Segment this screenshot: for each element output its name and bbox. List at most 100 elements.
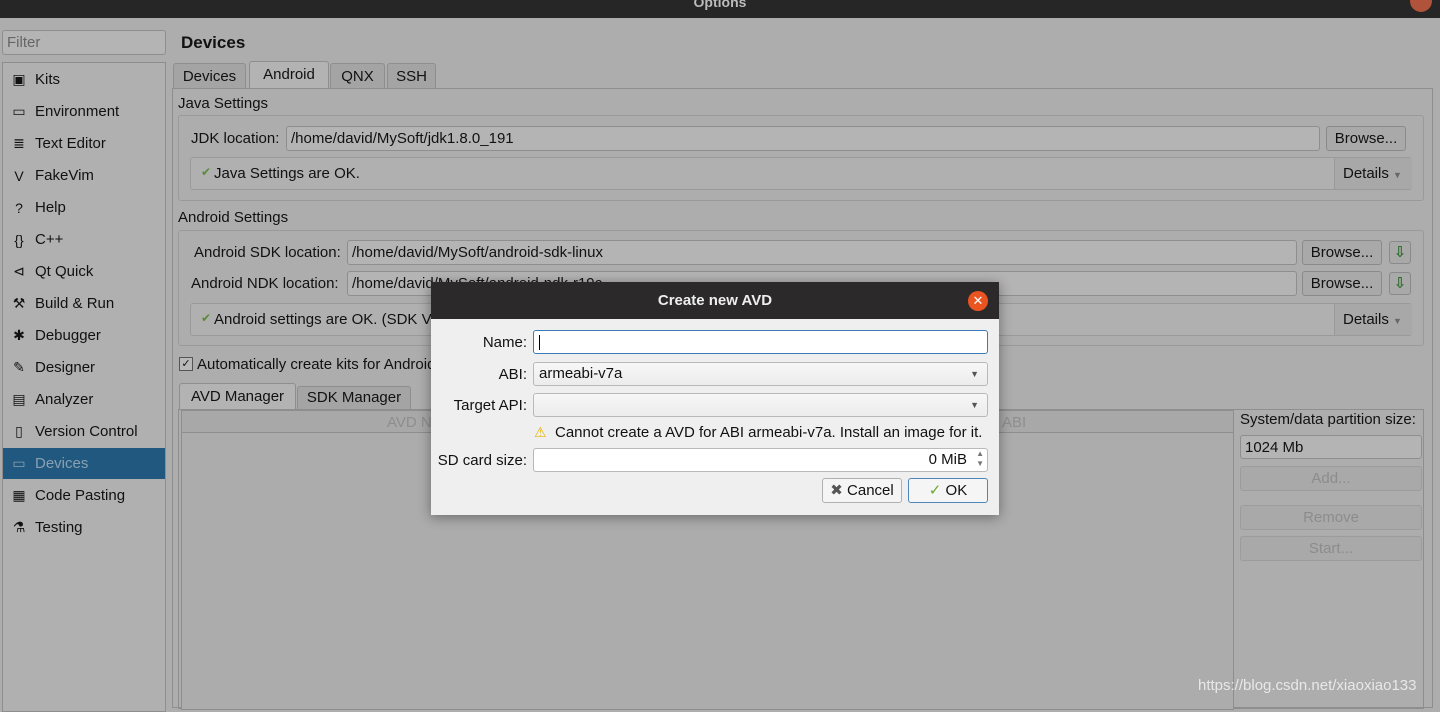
start-avd-button[interactable]: Start... [1240, 536, 1422, 561]
target-api-label: Target API: [453, 397, 527, 414]
sdk-browse-button[interactable]: Browse... [1302, 240, 1382, 265]
ok-check-icon: ✓ [928, 482, 942, 499]
sidebar-item-label: C++ [35, 231, 64, 248]
check-icon: ✔ [201, 311, 212, 325]
column-abi[interactable]: ABI [1002, 414, 1026, 431]
sidebar-item-text-editor[interactable]: ≣ Text Editor [3, 128, 165, 159]
text-cursor [539, 335, 540, 350]
filter-input[interactable]: Filter [2, 30, 166, 55]
cancel-button[interactable]: ✖ Cancel [822, 478, 902, 503]
sidebar-item-version-control[interactable]: ▯ Version Control [3, 416, 165, 447]
tab-android[interactable]: Android [249, 61, 329, 89]
bug-icon: ✱ [13, 327, 25, 343]
version-control-icon: ▯ [15, 423, 23, 439]
tab-ssh[interactable]: SSH [387, 63, 436, 89]
hammer-icon: ⚒ [12, 295, 26, 311]
jdk-label: JDK location: [191, 130, 280, 147]
sidebar-item-label: FakeVim [35, 167, 94, 184]
sidebar-item-qt-quick[interactable]: ⊲ Qt Quick [3, 256, 165, 287]
partition-size-spinbox[interactable]: 1024 Mb [1240, 435, 1422, 459]
ok-button[interactable]: ✓ OK [908, 478, 988, 503]
android-details-button[interactable]: Details ▼ [1334, 304, 1412, 335]
sidebar-item-c-[interactable]: {} C++ [3, 224, 165, 255]
watermark: https://blog.csdn.net/xiaoxiao133 [1198, 677, 1417, 694]
page-title: Devices [181, 33, 246, 52]
cancel-label: Cancel [847, 482, 894, 499]
sidebar-item-label: Help [35, 199, 66, 216]
sidebar-item-label: Designer [35, 359, 96, 376]
create-avd-dialog: Create new AVD ✕ Name: ABI: armeabi-v7a ▼… [431, 282, 999, 515]
abi-value: armeabi-v7a [539, 365, 623, 382]
sidebar-item-environment[interactable]: ▭ Environment [3, 96, 165, 127]
tab-avd-manager[interactable]: AVD Manager [179, 383, 296, 410]
add-avd-button[interactable]: Add... [1240, 466, 1422, 491]
ndk-download-icon[interactable]: ⇩ [1389, 272, 1411, 295]
help-icon: ? [15, 199, 23, 216]
pencil-icon: ✎ [13, 359, 25, 375]
java-details-button[interactable]: Details ▼ [1334, 158, 1412, 189]
sidebar-item-debugger[interactable]: ✱ Debugger [3, 320, 165, 351]
abi-select[interactable]: armeabi-v7a ▼ [533, 362, 988, 386]
partition-size-label: System/data partition size: [1240, 411, 1416, 428]
remove-avd-button[interactable]: Remove [1240, 505, 1422, 530]
sidebar-item-label: Text Editor [35, 135, 106, 152]
sidebar-item-kits[interactable]: ▣ Kits [3, 64, 165, 95]
sidebar-item-testing[interactable]: ⚗ Testing [3, 512, 165, 543]
analyzer-icon: ▤ [12, 391, 26, 407]
sidebar-item-fakevim[interactable]: V FakeVim [3, 160, 165, 191]
ok-label: OK [945, 482, 968, 499]
tab-devices[interactable]: Devices [173, 63, 246, 89]
sdk-download-icon[interactable]: ⇩ [1389, 241, 1411, 264]
name-input[interactable] [533, 330, 988, 354]
sd-card-label: SD card size: [437, 452, 527, 469]
java-status-box: ✔ Java Settings are OK. Details ▼ [190, 157, 1412, 190]
sidebar-item-label: Version Control [35, 423, 138, 440]
clipboard-icon: ▦ [12, 487, 26, 503]
sidebar-item-code-pasting[interactable]: ▦ Code Pasting [3, 480, 165, 511]
chevron-down-icon: ▼ [970, 400, 979, 410]
spinner-arrows-icon[interactable]: ▲ ▼ [976, 449, 984, 469]
warning-icon: ⚠ [534, 424, 547, 440]
java-status-text: Java Settings are OK. [214, 165, 360, 182]
jdk-browse-button[interactable]: Browse... [1326, 126, 1406, 151]
target-api-select[interactable]: ▼ [533, 393, 988, 417]
sidebar-item-label: Testing [35, 519, 83, 536]
jdk-location-input[interactable]: /home/david/MySoft/jdk1.8.0_191 [286, 126, 1320, 151]
window-title: Options [693, 0, 747, 10]
sidebar-item-devices[interactable]: ▭ Devices [3, 448, 165, 479]
tab-qnx[interactable]: QNX [330, 63, 385, 89]
ndk-label: Android NDK location: [191, 275, 339, 292]
sdk-location-input[interactable]: /home/david/MySoft/android-sdk-linux [347, 240, 1297, 265]
abi-label: ABI: [498, 366, 527, 383]
dialog-close-icon[interactable]: ✕ [968, 291, 988, 311]
java-settings-title: Java Settings [178, 95, 269, 112]
ndk-browse-button[interactable]: Browse... [1302, 271, 1382, 296]
details-label: Details [1343, 165, 1389, 182]
sidebar-item-label: Environment [35, 103, 120, 120]
android-status-text: Android settings are OK. (SDK V [214, 311, 432, 328]
cancel-x-icon: ✖ [830, 482, 843, 499]
braces-icon: {} [14, 231, 24, 248]
sidebar-item-label: Kits [35, 71, 61, 88]
sdk-label: Android SDK location: [194, 244, 341, 261]
dialog-title: Create new AVD [431, 282, 999, 319]
sidebar-item-build-run[interactable]: ⚒ Build & Run [3, 288, 165, 319]
sd-card-spinbox[interactable]: 0 MiB ▲ ▼ [533, 448, 988, 472]
tab-sdk-manager[interactable]: SDK Manager [297, 386, 411, 410]
kits-icon: ▣ [12, 71, 26, 87]
chevron-down-icon: ▼ [1393, 316, 1402, 326]
android-settings-title: Android Settings [178, 209, 289, 226]
sidebar-item-label: Debugger [35, 327, 101, 344]
auto-kits-checkbox[interactable]: ✓ [179, 357, 193, 371]
monitor-icon: ▭ [12, 103, 26, 119]
sidebar-item-label: Build & Run [35, 295, 115, 312]
sidebar-item-label: Code Pasting [35, 487, 126, 504]
sidebar-item-analyzer[interactable]: ▤ Analyzer [3, 384, 165, 415]
flask-icon: ⚗ [12, 519, 26, 535]
sidebar-item-designer[interactable]: ✎ Designer [3, 352, 165, 383]
sidebar: ▣ Kits ▭ Environment ≣ Text Editor V FakeVim? He… [2, 62, 166, 712]
sidebar-item-help[interactable]: ? Help [3, 192, 165, 223]
text-editor-icon: ≣ [13, 135, 25, 151]
chevron-down-icon: ▼ [970, 369, 979, 379]
sd-card-value: 0 MiB [928, 451, 967, 468]
